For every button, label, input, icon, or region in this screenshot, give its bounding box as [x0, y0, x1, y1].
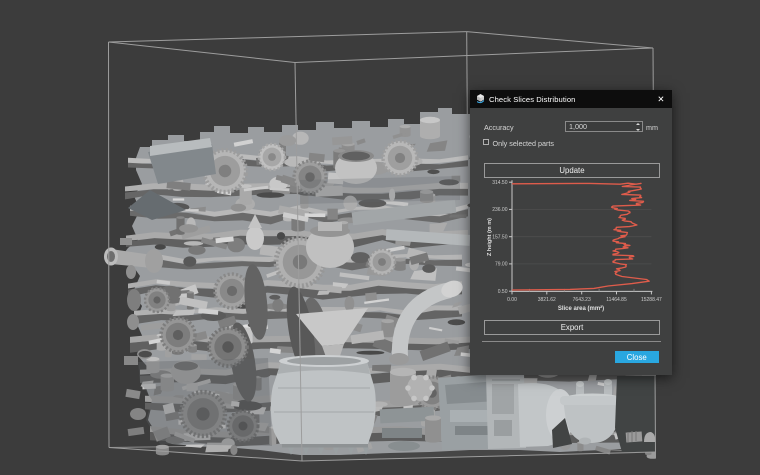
svg-text:11464.85: 11464.85: [606, 297, 627, 303]
svg-text:314.50: 314.50: [492, 180, 508, 186]
svg-text:3821.62: 3821.62: [537, 297, 555, 303]
svg-text:15288.47: 15288.47: [640, 297, 661, 303]
svg-text:0.00: 0.00: [507, 297, 517, 303]
svg-text:157.50: 157.50: [492, 235, 508, 241]
svg-text:79.00: 79.00: [494, 262, 507, 268]
svg-text:Z height (m m): Z height (m m): [487, 218, 493, 256]
svg-text:7643.23: 7643.23: [572, 297, 590, 303]
svg-text:0.50: 0.50: [497, 289, 507, 295]
svg-text:236.00: 236.00: [492, 207, 508, 213]
svg-text:Slice area (mm²): Slice area (mm²): [557, 305, 603, 312]
